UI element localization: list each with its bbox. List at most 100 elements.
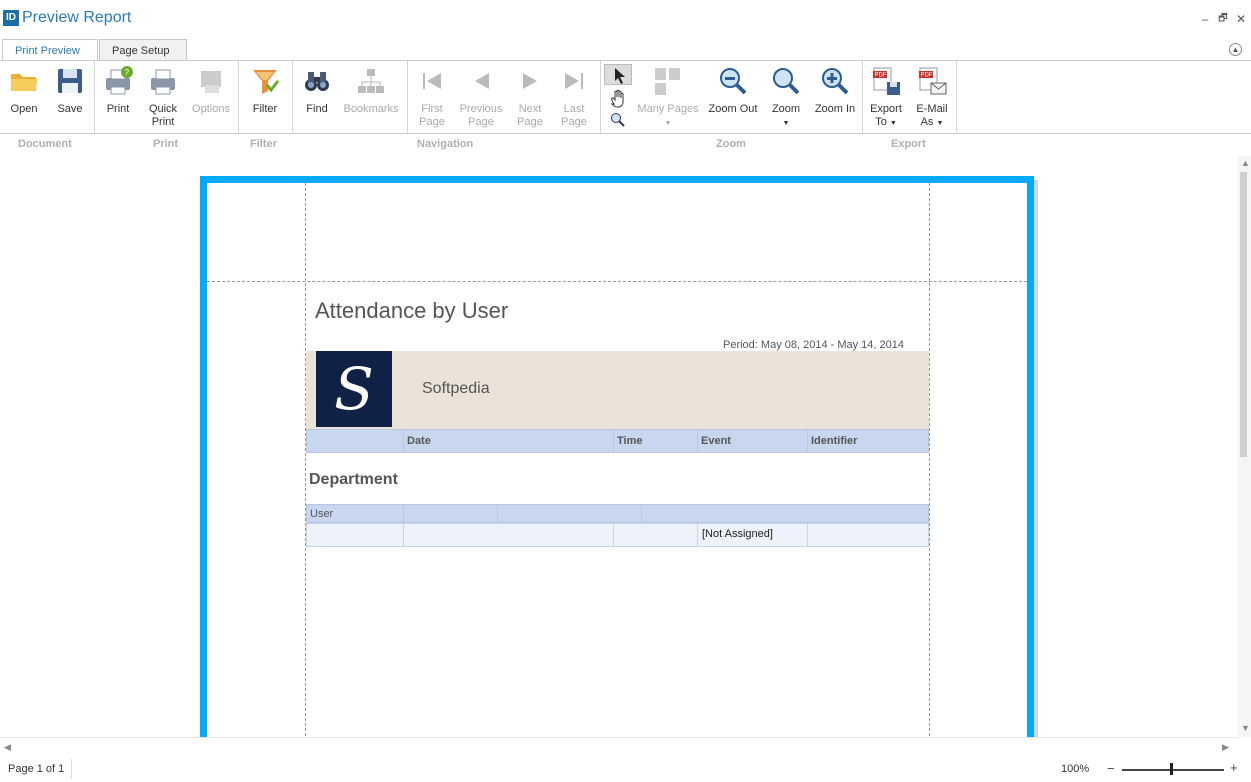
ribbon-collapse-icon[interactable]: ▲	[1229, 43, 1242, 56]
zoom-plus-button[interactable]: +	[1230, 760, 1238, 775]
find-button[interactable]: Find	[298, 65, 336, 116]
vertical-scroll-thumb[interactable]	[1240, 172, 1247, 457]
zoom-slider[interactable]	[1122, 769, 1224, 771]
department-heading: Department	[309, 471, 398, 488]
hand-tool-button[interactable]	[608, 88, 628, 108]
next-page-button[interactable]: Next Page	[512, 65, 548, 129]
tab-print-preview[interactable]: Print Preview	[2, 39, 98, 61]
chevron-down-icon: ▼	[782, 120, 790, 127]
minimize-button[interactable]: –	[1198, 12, 1212, 26]
company-name: Softpedia	[422, 380, 490, 397]
print-button[interactable]: ? Print	[100, 65, 136, 116]
zoom-out-icon	[717, 65, 749, 97]
many-pages-label: Many Pages	[637, 103, 699, 115]
svg-text:?: ?	[125, 68, 130, 77]
quick-print-label-line2: Print	[151, 116, 175, 128]
group-separator	[292, 61, 293, 133]
scroll-down-icon[interactable]: ▼	[1241, 723, 1250, 733]
first-page-label-line2: Page	[419, 116, 445, 128]
report-title: Attendance by User	[315, 298, 509, 323]
quick-print-button[interactable]: Quick Print	[144, 65, 182, 129]
export-to-label-line1: Export	[870, 103, 902, 115]
zoom-percentage[interactable]: 100%	[1061, 763, 1089, 775]
previous-page-button[interactable]: Previous Page	[458, 65, 504, 129]
many-pages-icon	[652, 65, 684, 97]
zoom-button[interactable]: Zoom ▼	[766, 65, 806, 130]
user-group-header: User	[306, 504, 929, 523]
horizontal-scrollbar[interactable]: ◀ ▶	[0, 737, 1238, 757]
zoom-in-button[interactable]: Zoom In	[812, 65, 858, 116]
binoculars-icon	[301, 65, 333, 97]
close-button[interactable]: ✕	[1234, 12, 1248, 26]
zoom-in-icon	[819, 65, 851, 97]
preview-report-window: ID Preview Report – 🗗 ✕ Print Preview Pa…	[0, 0, 1251, 782]
last-page-button[interactable]: Last Page	[556, 65, 592, 129]
status-bar: Page 1 of 1 100% − +	[0, 757, 1251, 782]
last-page-icon	[558, 65, 590, 97]
report-banner: S Softpedia	[306, 351, 929, 429]
open-button[interactable]: Open	[6, 65, 42, 116]
export-to-button[interactable]: PDF Export To ▼	[866, 65, 906, 130]
svg-text:PDF: PDF	[921, 73, 933, 79]
chevron-down-icon: ▼	[664, 120, 672, 127]
status-divider	[71, 759, 72, 779]
chevron-down-icon: ▼	[889, 120, 897, 127]
zoom-out-button[interactable]: Zoom Out	[706, 65, 760, 116]
scroll-right-icon[interactable]: ▶	[1222, 742, 1229, 753]
zoom-label: Zoom	[771, 103, 801, 115]
window-title: Preview Report	[22, 9, 132, 26]
magnifier-tool-button[interactable]	[609, 111, 627, 129]
page-shadow	[1034, 180, 1038, 737]
svg-text:PDF: PDF	[875, 73, 887, 79]
bookmarks-label: Bookmarks	[343, 103, 399, 115]
zoom-in-label: Zoom In	[814, 103, 856, 115]
tab-page-setup[interactable]: Page Setup	[99, 39, 187, 61]
next-page-icon	[514, 65, 546, 97]
margin-guide-right	[929, 183, 930, 737]
options-button[interactable]: Options	[190, 65, 232, 116]
last-page-label-line1: Last	[563, 103, 585, 115]
filter-button[interactable]: Filter	[246, 65, 284, 116]
email-as-label-line1: E-Mail	[916, 103, 948, 115]
document-preview-area[interactable]: Attendance by User Period: May 08, 2014 …	[0, 156, 1238, 737]
group-label-filter: Filter	[250, 138, 277, 150]
column-header-date: Date	[403, 430, 613, 452]
pointer-tool-button[interactable]	[604, 64, 632, 85]
zoom-slider-thumb[interactable]	[1170, 763, 1173, 775]
previous-page-icon	[465, 65, 497, 97]
group-separator	[956, 61, 957, 133]
pdf-export-icon: PDF	[870, 65, 902, 97]
save-button[interactable]: Save	[52, 65, 88, 116]
user-label: User	[310, 508, 334, 520]
scroll-left-icon[interactable]: ◀	[4, 742, 11, 753]
group-label-export: Export	[891, 138, 926, 150]
export-to-label-line2: To	[875, 116, 887, 128]
user-header-cell	[403, 505, 497, 522]
options-label: Options	[192, 103, 230, 115]
group-separator	[407, 61, 408, 133]
report-page[interactable]: Attendance by User Period: May 08, 2014 …	[200, 176, 1034, 737]
bookmarks-button[interactable]: Bookmarks	[342, 65, 400, 116]
open-label: Open	[10, 103, 38, 115]
vertical-scrollbar[interactable]: ▲ ▼	[1238, 156, 1251, 737]
funnel-icon	[249, 65, 281, 97]
quick-printer-icon	[147, 65, 179, 97]
first-page-label-line1: First	[421, 103, 443, 115]
report-column-header: Date Time Event Identifier	[306, 429, 929, 453]
email-as-button[interactable]: PDF E-Mail As ▼	[912, 65, 952, 130]
ribbon: Open Save ? Print Quick Print Options Fi…	[0, 60, 1251, 134]
report-period: Period: May 08, 2014 - May 14, 2014	[723, 339, 904, 351]
group-label-document: Document	[18, 138, 72, 150]
scroll-up-icon[interactable]: ▲	[1241, 158, 1250, 168]
restore-button[interactable]: 🗗	[1216, 12, 1230, 26]
printer-icon: ?	[102, 65, 134, 97]
first-page-button[interactable]: First Page	[414, 65, 450, 129]
email-as-label-line2: As	[920, 116, 934, 128]
next-page-label-line2: Page	[517, 116, 543, 128]
next-page-label-line1: Next	[518, 103, 542, 115]
zoom-minus-button[interactable]: −	[1107, 761, 1115, 776]
group-separator	[238, 61, 239, 133]
many-pages-button[interactable]: Many Pages ▼	[636, 65, 700, 130]
zoom-out-label: Zoom Out	[708, 103, 758, 115]
previous-page-label-line1: Previous	[459, 103, 503, 115]
